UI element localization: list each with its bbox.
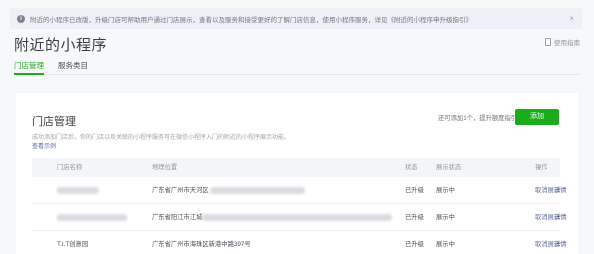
row-store-name: T.I.T创意园 [57,241,89,248]
redacted-name [57,187,99,194]
header-store-name: 门店名称 [57,164,83,171]
tab-store-management[interactable]: 门店管理 [14,59,44,75]
table-row: 广东省广州市天河区 已升级 展示中 取消展示 详情 [32,177,567,204]
row-display-status: 展示中 [436,214,455,221]
help-link[interactable]: 使用指南 [545,37,580,47]
header-location: 地理位置 [152,164,178,171]
header-actions: 操作 [535,164,548,171]
table-row: 广东省阳江市江城 已升级 展示中 取消展示 详情 [32,204,567,231]
details-link[interactable]: 详情 [554,231,567,254]
close-icon[interactable]: × [569,14,574,23]
row-status: 已升级 [405,241,424,248]
notice-bar: i 附近的小程序已改版，升级门店可帮助用户通过门店展示，查看以及服务和接受更好的… [10,8,582,29]
table-header: 门店名称 地理位置 状态 展示状态 操作 [32,158,560,177]
row-location: 广东省广州市海珠区新港中路397号 [152,241,251,248]
page-title: 附近的小程序 [14,37,108,54]
card-title: 门店管理 [32,116,76,128]
quota-text: 还可添加1个，提升额度指引 [438,115,518,122]
table-row: T.I.T创意园 广东省广州市海珠区新港中路397号 已升级 展示中 取消展示 … [32,231,567,254]
add-store-button[interactable]: 添加 [515,109,559,125]
row-location: 广东省阳江市江城 [152,214,203,221]
row-status: 已升级 [405,187,424,194]
tab-bar: 门店管理 服务类目 [14,59,580,75]
tab-service-category[interactable]: 服务类目 [58,59,88,74]
document-icon [545,38,551,46]
header-display-status: 展示状态 [436,164,462,171]
redacted-name [57,214,127,221]
redacted-address [202,214,392,221]
card-description: 成功添加门店后，你的门店以及关联的小程序服务可在微信小程序入门的附近的小程序展示… [32,135,291,141]
row-display-status: 展示中 [436,187,455,194]
header-status: 状态 [405,164,418,171]
row-location: 广东省广州市天河区 [152,187,209,194]
info-icon: i [17,14,25,23]
details-link[interactable]: 详情 [554,204,567,231]
help-link-label: 使用指南 [554,40,580,47]
notice-text: 附近的小程序已改版，升级门店可帮助用户通过门店展示，查看以及服务和接受更好的了解… [30,16,472,24]
redacted-address [210,187,305,194]
details-link[interactable]: 详情 [554,177,567,204]
row-status: 已升级 [405,214,424,221]
store-management-card: 门店管理 成功添加门店后，你的门店以及关联的小程序服务可在微信小程序入门的附近的… [16,93,578,254]
row-display-status: 展示中 [436,241,455,248]
view-example-link[interactable]: 查看示例 [32,141,56,150]
